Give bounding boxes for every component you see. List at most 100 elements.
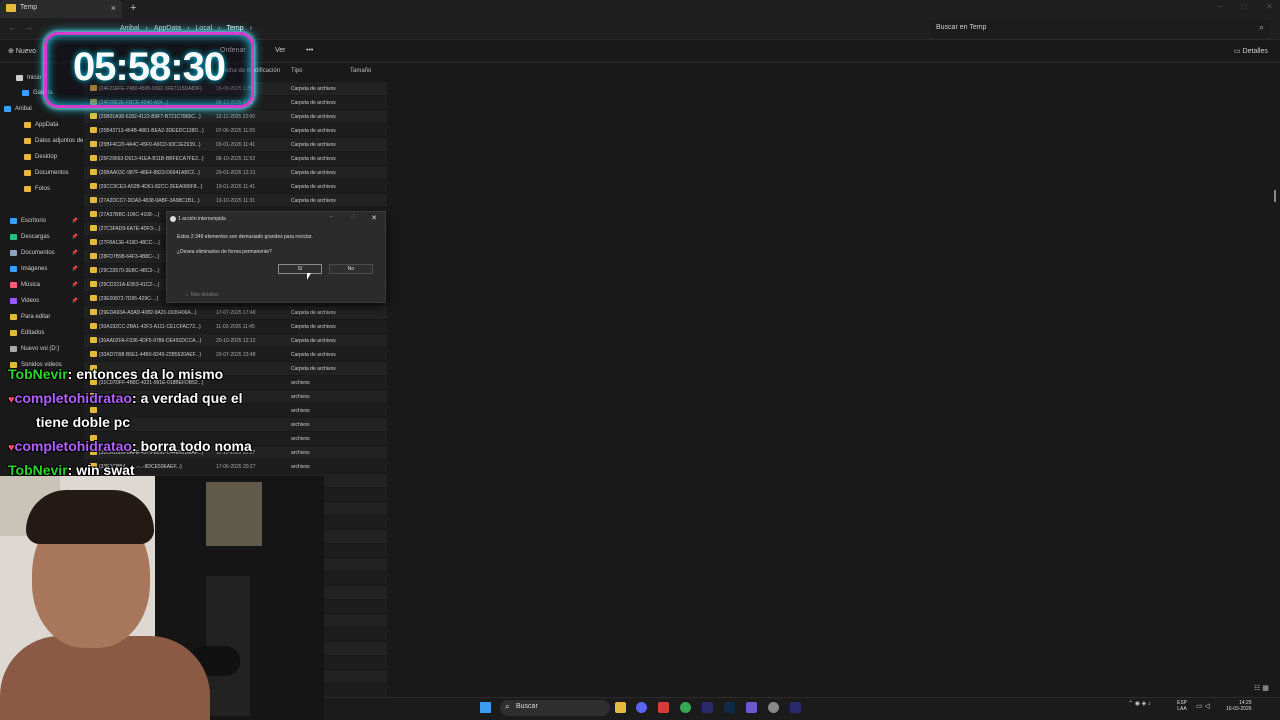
breadcrumb-item[interactable]: Local <box>195 25 212 32</box>
file-name: {25BF4C20-4A4C-45F0-A9CD-93C1E2939...} <box>99 142 201 148</box>
media-app-icon[interactable] <box>658 702 669 713</box>
back-arrow-icon[interactable]: ← <box>8 22 17 32</box>
breadcrumb-item[interactable]: Anibal <box>120 25 139 32</box>
search-icon: ⌕ <box>505 702 510 711</box>
breadcrumb-item[interactable]: Temp <box>226 25 243 32</box>
breadcrumb-item[interactable]: AppData <box>154 25 181 32</box>
file-row[interactable]: {29EDA93A-A3AD-4082-9A21-0036406A...} 17-… <box>84 306 387 319</box>
tab-temp[interactable]: Temp × <box>0 0 122 18</box>
yes-button[interactable]: Sí <box>278 264 322 274</box>
folder-icon <box>90 351 97 357</box>
folder-icon <box>10 282 17 288</box>
folder-icon <box>90 197 97 203</box>
settings-gear-icon[interactable] <box>768 702 779 713</box>
sidebar-item[interactable]: Editados <box>0 326 84 340</box>
file-row[interactable]: {25F29663-D613-41EA-B11B-BBFECA7FE2...} 0… <box>84 152 387 165</box>
folder-icon <box>90 127 97 133</box>
dialog-question: ¿Desea eliminarlos de forma permanente? <box>177 249 272 255</box>
file-row[interactable]: {30AA02FA-F336-4DF5-9786-DE491DCCA...} 20… <box>84 334 387 347</box>
file-row[interactable]: {26BAA03C-987F-48E4-8823-D6941ABC2...} 29… <box>84 166 387 179</box>
view-mode-icons[interactable]: ☷ ▦ <box>1254 684 1269 692</box>
dialog-maximize-button[interactable]: □ <box>351 214 355 220</box>
no-button[interactable]: No <box>329 264 373 274</box>
taskbar-search-label: Buscar <box>516 703 538 710</box>
file-row[interactable]: {25BF4C20-4A4C-45F0-A9CD-93C1E2939...} 03… <box>84 138 387 151</box>
windows-start-icon[interactable] <box>480 702 491 713</box>
sidebar-item[interactable]: Música 📌 <box>0 278 84 292</box>
network-volume-icons[interactable]: ▭ ◁ <box>1196 702 1210 710</box>
premiere-icon[interactable] <box>702 702 713 713</box>
sidebar-item[interactable]: Para editar <box>0 310 84 324</box>
folder-icon <box>10 266 17 272</box>
folder-icon <box>22 90 29 96</box>
sidebar-item[interactable]: Documentos 📌 <box>0 246 84 260</box>
webcam-feed <box>0 476 324 720</box>
sidebar-item[interactable]: Videos 📌 <box>0 294 84 308</box>
sidebar-item[interactable]: Nuevo vol (D:) <box>0 342 84 356</box>
folder-icon <box>6 4 16 12</box>
file-name: {26CC9CE3-A52B-4D61-82CC-2EEA089F8...} <box>99 184 203 190</box>
chrome-icon[interactable] <box>680 702 691 713</box>
search-input[interactable]: Buscar en Temp ⌕ <box>930 20 1270 37</box>
file-row[interactable]: {25B01A38-6182-4122-B9F7-B721C7865C...} 1… <box>84 110 387 123</box>
sidebar-item-label: Escritorio <box>21 218 47 224</box>
sidebar-item[interactable]: AppData <box>0 118 84 132</box>
sidebar-item-label: Imágenes <box>21 266 48 272</box>
file-type: archivos <box>291 394 310 400</box>
system-tray-icons[interactable]: ⌃ ◉ ◈ ♪ <box>1128 700 1151 707</box>
more-options-button[interactable]: ••• <box>306 47 313 54</box>
folder-icon <box>24 122 31 128</box>
input-language[interactable]: ESP LAA <box>1177 700 1187 712</box>
minimize-button[interactable]: – <box>1218 2 1222 11</box>
sidebar-item-label: Fotos <box>35 186 51 192</box>
chat-separator: : <box>67 366 77 382</box>
new-button[interactable]: ⊕ Nuevo <box>8 47 36 55</box>
maximize-button[interactable]: □ <box>1242 2 1247 11</box>
column-size[interactable]: Tamaño <box>350 68 371 74</box>
search-placeholder: Buscar en Temp <box>936 24 987 31</box>
sidebar-item[interactable]: Documentos <box>0 166 84 180</box>
file-type: archivos <box>291 408 310 414</box>
sidebar-item[interactable]: Datos adjuntos de <box>0 134 84 148</box>
scrollbar[interactable] <box>1274 190 1276 202</box>
column-type[interactable]: Tipo <box>291 68 302 74</box>
clock[interactable]: 14:29 16-03-2026 <box>1226 700 1252 712</box>
delete-confirm-dialog: 1 acción interrumpida – □ ✕ Estos 2.349 … <box>166 211 386 303</box>
folder-icon <box>90 267 97 273</box>
discord-icon[interactable] <box>636 702 647 713</box>
sidebar-item[interactable]: Escritorio 📌 <box>0 214 84 228</box>
taskbar-search[interactable]: ⌕ Buscar <box>500 700 610 716</box>
sidebar-item[interactable]: Imágenes 📌 <box>0 262 84 276</box>
folder-icon <box>10 234 17 240</box>
app-icon[interactable] <box>746 702 757 713</box>
file-row[interactable]: {30A192CC-2BA1-42F3-A111-CE1CFAC72...} 11… <box>84 320 387 333</box>
details-button[interactable]: ▭ Detalles <box>1234 47 1268 55</box>
dialog-close-button[interactable]: ✕ <box>371 214 377 222</box>
premiere-pro-icon[interactable] <box>790 702 801 713</box>
sidebar-item-label: AppData <box>35 122 59 128</box>
folder-icon <box>90 295 97 301</box>
sidebar-item-label: Desktop <box>35 154 58 160</box>
file-row[interactable]: {27A2DCC7-DDA3-4838-9ABF-3A98C1B1...} 13-… <box>84 194 387 207</box>
file-row[interactable]: {26CC9CE3-A52B-4D61-82CC-2EEA089F8...} 19… <box>84 180 387 193</box>
folder-icon <box>90 211 97 217</box>
sidebar-item[interactable]: Desktop <box>0 150 84 164</box>
view-button[interactable]: Ver <box>275 47 286 54</box>
new-tab-button[interactable]: + <box>130 2 136 14</box>
close-tab-icon[interactable]: × <box>111 3 116 13</box>
file-row[interactable]: {30AD7098-B5E1-44B0-8249-22B5520AEF...} 2… <box>84 348 387 361</box>
dialog-minimize-button[interactable]: – <box>330 214 333 220</box>
dialog-message: Estos 2.349 elementos son demasiado gran… <box>177 234 313 240</box>
close-window-button[interactable]: ✕ <box>1266 2 1273 11</box>
file-type: archivos <box>291 436 310 442</box>
forward-arrow-icon[interactable]: → <box>24 22 33 32</box>
file-type: Carpeta de archivos <box>291 86 336 92</box>
file-explorer-icon[interactable] <box>615 702 626 713</box>
more-details-link[interactable]: ⌄ Más detalles <box>185 292 219 298</box>
sidebar-item[interactable]: Fotos <box>0 182 84 196</box>
photoshop-icon[interactable] <box>724 702 735 713</box>
file-name: {25B43713-464B-4881-BEA2-3DEEDC128D...} <box>99 128 204 134</box>
sidebar-item[interactable]: Descargas 📌 <box>0 230 84 244</box>
file-row[interactable]: {25B43713-464B-4881-BEA2-3DEEDC128D...} 0… <box>84 124 387 137</box>
folder-icon <box>10 250 17 256</box>
